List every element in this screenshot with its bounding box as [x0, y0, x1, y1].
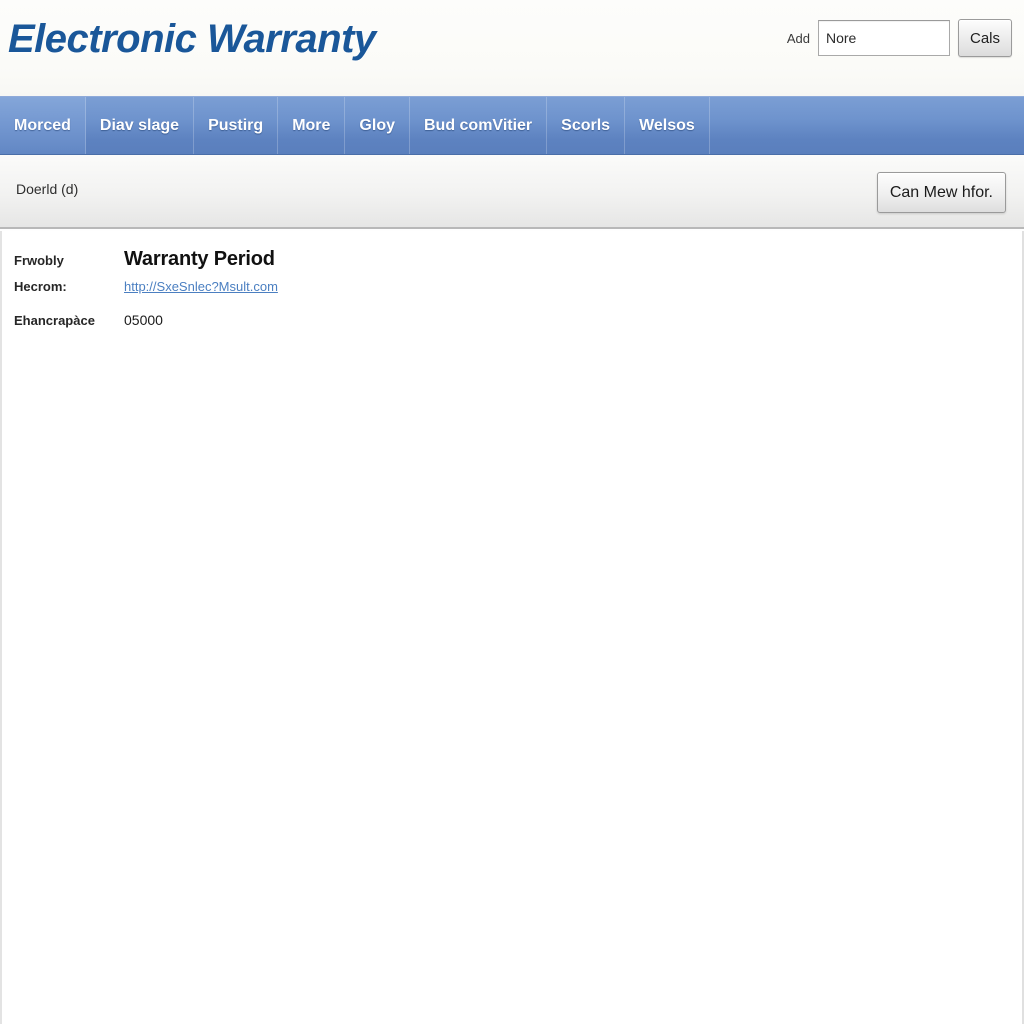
nav-item-pustirg[interactable]: Pustirg: [194, 97, 279, 154]
content-area: Frwobly Warranty Period Hecrom: http://S…: [0, 231, 1024, 1024]
add-input[interactable]: [818, 20, 950, 56]
nav-item-bud-comvitier[interactable]: Bud comVitier: [410, 97, 548, 154]
detail-value-number: 05000: [124, 312, 163, 328]
nav-item-label: Scorls: [561, 116, 611, 134]
nav-item-label: Welsos: [639, 116, 695, 134]
detail-label: Frwobly: [14, 253, 64, 268]
detail-value-link[interactable]: http://SxeSnlec?Msult.com: [124, 279, 278, 294]
nav-item-more[interactable]: More: [278, 97, 346, 154]
nav-item-label: Morced: [14, 116, 71, 134]
nav-item-label: Gloy: [359, 116, 395, 134]
detail-row: Frwobly Warranty Period: [14, 248, 614, 271]
sub-header-label: Doerld (d): [16, 181, 79, 197]
nav-item-scorls[interactable]: Scorls: [547, 97, 626, 154]
nav-item-label: Pustirg: [208, 116, 264, 134]
detail-label: Ehancrapàce: [14, 313, 95, 328]
nav-item-welsos[interactable]: Welsos: [625, 97, 710, 154]
nav-item-label: Diav slage: [99, 116, 180, 134]
add-control-group: Add Cals: [787, 19, 1012, 57]
detail-value-warranty-period: Warranty Period: [124, 248, 275, 270]
detail-row: Hecrom: http://SxeSnlec?Msult.com: [14, 279, 614, 302]
page-header: Electronic Warranty Add Cals: [0, 0, 1024, 96]
nav-item-label: Bud comVitier: [423, 116, 533, 134]
add-label: Add: [786, 30, 810, 46]
page-root: Electronic Warranty Add Cals Morced Diav…: [0, 0, 1024, 1024]
main-navigation: Morced Diav slage Pustirg More Gloy Bud …: [0, 96, 1024, 155]
view-info-button[interactable]: Can Mew hfor.: [876, 172, 1006, 213]
detail-list: Frwobly Warranty Period Hecrom: http://S…: [14, 248, 614, 345]
nav-item-morced[interactable]: Morced: [0, 97, 86, 154]
sub-header-bar: Doerld (d) Can Mew hfor.: [0, 155, 1024, 229]
nav-item-diav-slage[interactable]: Diav slage: [86, 97, 195, 154]
cals-button[interactable]: Cals: [958, 19, 1012, 57]
detail-row: Ehancrapàce 05000: [14, 312, 614, 335]
nav-item-label: More: [292, 116, 331, 134]
nav-item-gloy[interactable]: Gloy: [345, 97, 410, 154]
page-title: Electronic Warranty: [8, 17, 376, 61]
detail-label: Hecrom:: [14, 279, 67, 294]
